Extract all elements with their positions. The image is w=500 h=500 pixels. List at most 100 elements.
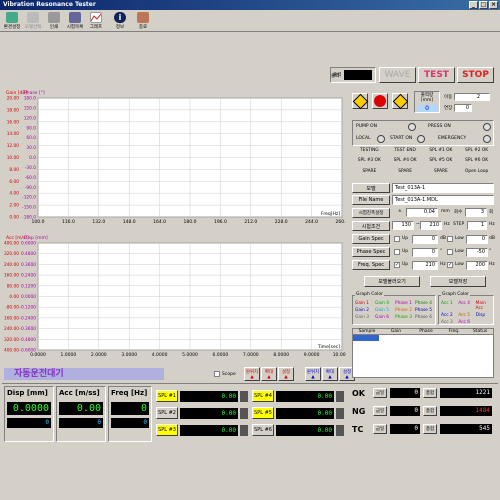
pump-on-led	[408, 123, 416, 131]
close-button[interactable]: ×	[489, 1, 498, 9]
left-tick-label: 10.00	[7, 155, 20, 161]
graph-color-title-1: Graph Color	[355, 292, 384, 297]
output-mm-value: 0	[417, 105, 437, 112]
up-button[interactable]	[352, 93, 368, 109]
freq-spec-low-label: Low	[455, 262, 464, 267]
test-button[interactable]: TEST	[418, 67, 455, 83]
zoom-reset-button-2[interactable]: 원위치 ▲	[305, 367, 321, 381]
file-name-field[interactable]: Test_013A-1.MDL	[392, 195, 494, 205]
scope-checkbox-group[interactable]: Scope	[214, 371, 236, 377]
right-tick-label: 0.0	[29, 155, 36, 161]
spl-2-bar	[240, 407, 248, 419]
count-unit: 회	[489, 210, 494, 215]
phase-spec-low-checkbox[interactable]	[447, 249, 453, 255]
settings-icon	[6, 12, 18, 23]
graph-color-panel-2: Graph Color Acc 1 Acc 4 Main Acc Acc 2 Acc 5…	[438, 292, 494, 325]
output-meter	[344, 70, 373, 80]
graph-color-panel-1: Graph Color Gain 1 Gain 4 Phase 1 Phase 4 Ga…	[352, 292, 436, 325]
exit-tool[interactable]: 종료	[133, 12, 153, 31]
triangle-icon: ▲	[328, 374, 332, 380]
wave-button[interactable]: WAVE	[379, 67, 416, 83]
step-unit: Hz	[489, 222, 495, 227]
stop-control-button[interactable]	[372, 93, 388, 109]
gain-spec-up-checkbox[interactable]	[394, 236, 400, 242]
model-field[interactable]: Test_013A-1	[392, 183, 494, 193]
stop-button[interactable]: STOP	[457, 67, 494, 83]
ok-total-button[interactable]: 총합	[423, 388, 437, 398]
results-table[interactable]: Sample Gain Phase Freq. Status	[352, 328, 494, 378]
zoom-set-button-1[interactable]: 설정 ▲	[278, 367, 294, 381]
arrow-down-icon	[392, 93, 408, 109]
model-label-button[interactable]: 모델	[352, 183, 390, 193]
extend-field[interactable]: 0	[454, 104, 472, 112]
spl-6: SPL #6 0.00	[252, 424, 344, 436]
info-icon: i	[114, 12, 126, 23]
down-button[interactable]	[392, 93, 408, 109]
model-select-tool[interactable]: 모델선택	[23, 12, 43, 31]
print-tool[interactable]: 인쇄	[44, 12, 64, 31]
amplitude-field[interactable]: 0.04	[406, 208, 438, 217]
tc-total-button[interactable]: 총합	[423, 424, 437, 434]
step-label: STEP	[453, 222, 465, 227]
window-titlebar: Vibration Resonance Tester _ □ ×	[0, 0, 500, 10]
settings-tool[interactable]: 환경설정	[2, 12, 22, 31]
left-tick-label: 2.00	[9, 203, 19, 209]
phase-spec-low-field[interactable]: -50	[466, 248, 488, 257]
freq-spec-low-checkbox[interactable]: ✓	[447, 262, 453, 268]
gain-spec-low-checkbox[interactable]	[447, 236, 453, 242]
phase-spec-up-checkbox[interactable]	[394, 249, 400, 255]
phase-spec-up-field[interactable]: 0	[412, 248, 438, 257]
amplitude-sign: ±	[398, 209, 402, 214]
amplitude-setting-label: 시험진폭설정	[352, 208, 390, 218]
test-list-tool[interactable]: 시험목록	[65, 12, 85, 31]
freq-spec-up-checkbox[interactable]: ✓	[394, 262, 400, 268]
tc-today-button[interactable]: 금일	[373, 424, 387, 434]
right-tick-label: 180.0	[24, 96, 37, 102]
right-tick-label: 0.4800	[21, 251, 36, 257]
ng-today-button[interactable]: 금일	[373, 406, 387, 416]
graph-tool[interactable]: 그래프	[86, 12, 106, 31]
acc-disp-plot: 0.0000 1.0000 2.0000 3.0000 4.0000 5.0000 6.00…	[4, 241, 346, 359]
zoom-in-button-2[interactable]: 확대 ▲	[322, 367, 338, 381]
left-tick-label: -240.00	[4, 326, 19, 332]
scope-checkbox[interactable]	[214, 371, 220, 377]
left-tick-label: 4.00	[9, 191, 19, 197]
table-row-selected[interactable]	[353, 335, 379, 341]
freq-spec-low-field[interactable]: 200	[466, 261, 488, 270]
minimize-button[interactable]: _	[469, 1, 478, 9]
x-tick-label: 212.0	[244, 219, 257, 225]
ng-total-button[interactable]: 총합	[423, 406, 437, 416]
graph-color-grid-1: Gain 1 Gain 4 Phase 1 Phase 4 Gain 2 Gain 5 Ph…	[355, 301, 435, 320]
right-tick-label: -150.0	[22, 205, 36, 211]
left-tick-label: 8.00	[9, 167, 19, 173]
load-model-button[interactable]: 모델불러오기	[364, 276, 420, 287]
count-field[interactable]: 3	[465, 208, 487, 217]
freq-spec-up-unit: Hz	[440, 262, 446, 267]
zoom-reset-button-1[interactable]: 원위치 ▲	[244, 367, 260, 381]
freq-readout-sub: 0	[111, 418, 149, 428]
col-freq: Freq.	[448, 329, 460, 334]
x-tick-label: 1.0000	[61, 352, 77, 358]
ok-today-button[interactable]: 금일	[373, 388, 387, 398]
divider	[2, 383, 498, 384]
right-tick-label: -0.6000	[19, 348, 36, 354]
printer-icon	[48, 12, 60, 23]
info-tool[interactable]: i 정보	[110, 12, 130, 31]
save-model-button[interactable]: 모델저장	[430, 276, 486, 287]
zoom-in-button-1[interactable]: 확대 ▲	[261, 367, 277, 381]
maximize-button[interactable]: □	[479, 1, 488, 9]
test-condition-label: 시험조건	[352, 221, 390, 231]
left-tick-label: 0.00	[9, 215, 19, 221]
right-tick-label: -0.2400	[19, 315, 36, 321]
step-field[interactable]: 1	[467, 221, 487, 230]
gain-spec-up-field[interactable]: 0	[412, 235, 438, 244]
freq-spec-up-field[interactable]: 210	[412, 261, 438, 270]
cond-to-field[interactable]: 210	[420, 221, 442, 230]
settings-label: 환경설정	[3, 25, 21, 30]
spl-6-value: 0.00	[276, 424, 334, 436]
cond-from-field[interactable]: 130	[392, 221, 414, 230]
gain-spec-low-field[interactable]: 0	[466, 235, 488, 244]
model-select-icon	[27, 12, 39, 23]
flag: SPARE	[434, 168, 448, 174]
move-select[interactable]: 2	[454, 93, 490, 101]
